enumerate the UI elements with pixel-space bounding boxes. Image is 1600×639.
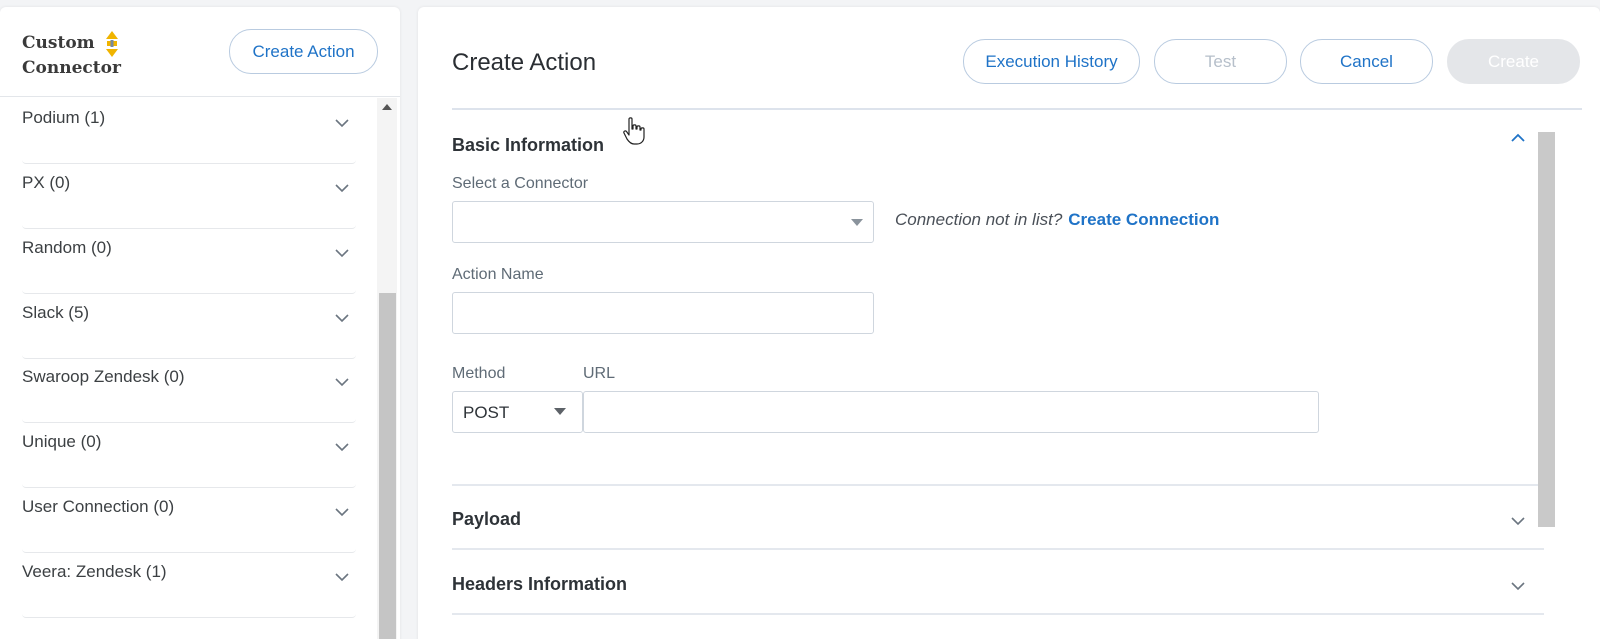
url-label: URL [583,365,616,382]
test-button[interactable]: Test [1154,39,1287,84]
hand-cursor-icon [623,117,645,145]
method-select-value: POST [463,403,510,422]
scrollbar-thumb[interactable] [379,293,396,639]
list-item-label: Veera: Zendesk (1) [22,562,167,581]
chevron-up-icon[interactable] [1510,133,1526,143]
connector-label: Select a Connector [452,175,589,192]
list-item-label: Podium (1) [22,108,106,127]
scroll-up-arrow-icon[interactable] [382,104,392,110]
connector-list: Podium (1) PX (0) Random (0) Slack (5) S… [0,98,372,639]
form-scrollbar-thumb[interactable] [1538,132,1555,527]
list-item[interactable]: Swaroop Zendesk (0) [22,357,356,423]
list-item[interactable]: Podium (1) [22,98,356,164]
connection-hint: Connection not in list? Create Connection [895,210,1219,230]
page-title: Create Action [452,49,597,76]
action-name-label: Action Name [452,266,544,283]
method-select[interactable]: POST [452,391,583,433]
list-item-label: PX (0) [22,173,71,192]
execution-history-button[interactable]: Execution History [963,39,1140,84]
list-item[interactable]: PX (0) [22,163,356,229]
section-divider [452,548,1544,550]
chevron-down-icon[interactable] [334,183,350,193]
cancel-button[interactable]: Cancel [1300,39,1433,84]
action-name-input[interactable] [452,292,874,334]
chevron-down-icon[interactable] [334,507,350,517]
method-label: Method [452,365,506,382]
brand-line-2: Connector [22,58,121,78]
dropdown-caret-icon [554,408,566,415]
chevron-down-icon[interactable] [334,248,350,258]
connector-sidebar: Custom Connector Create Action Podium (1… [0,7,400,639]
chevron-down-icon[interactable] [334,572,350,582]
list-item[interactable]: Unique (0) [22,422,356,488]
list-item-label: User Connection (0) [22,497,175,516]
section-divider [452,613,1544,615]
list-item[interactable]: Veera: Zendesk (1) [22,552,356,618]
chevron-down-icon[interactable] [1510,581,1526,591]
chevron-down-icon[interactable] [334,313,350,323]
url-input[interactable] [583,391,1319,433]
payload-header[interactable]: Payload [452,509,521,530]
connector-select[interactable] [452,201,874,243]
basic-information-header[interactable]: Basic Information [452,135,604,156]
connection-hint-text: Connection not in list? [895,210,1063,229]
dropdown-caret-icon [851,219,863,226]
create-action-form: Create Action Execution History Test Can… [418,7,1600,639]
header-divider [452,108,1582,110]
create-action-button[interactable]: Create Action [229,29,378,74]
headers-information-header[interactable]: Headers Information [452,574,627,595]
create-connection-link[interactable]: Create Connection [1068,210,1219,229]
chevron-down-icon[interactable] [334,118,350,128]
chevron-down-icon[interactable] [334,377,350,387]
create-button[interactable]: Create [1447,39,1580,84]
list-item[interactable]: Slack (5) [22,293,356,359]
chevron-down-icon[interactable] [334,442,350,452]
chevron-down-icon[interactable] [1510,516,1526,526]
list-item-label: Swaroop Zendesk (0) [22,367,185,386]
sidebar-header: Custom Connector Create Action [0,7,400,97]
section-divider [452,484,1544,486]
list-item-label: Random (0) [22,238,112,257]
list-item[interactable]: User Connection (0) [22,487,356,553]
list-item-label: Unique (0) [22,432,102,451]
list-item-label: Slack (5) [22,303,90,322]
connector-logo-icon [106,31,118,57]
sidebar-scrollbar[interactable] [377,98,397,639]
list-item[interactable]: Random (0) [22,228,356,294]
